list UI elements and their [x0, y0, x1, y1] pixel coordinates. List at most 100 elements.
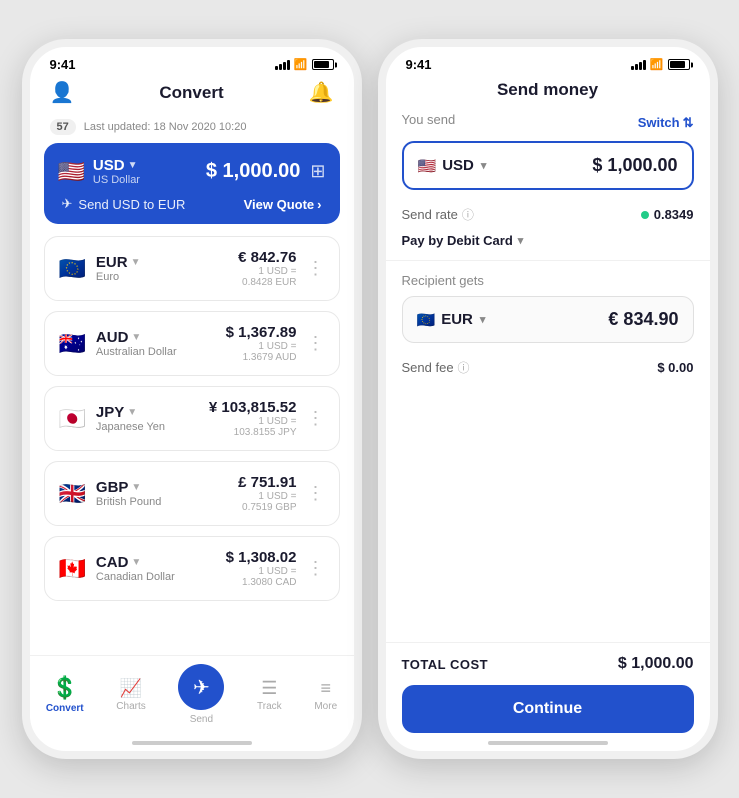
right-phone: 9:41 📶 Send money You sen [378, 39, 718, 759]
nav-send-label: Send [190, 714, 213, 725]
aud-rate: 1 USD =1.3679 AUD [226, 341, 297, 363]
send-bar[interactable]: ✈ Send USD to EUR View Quote › [58, 186, 326, 224]
send-fee-row: Send fee ⓘ $ 0.00 [402, 353, 694, 388]
more-icon: ≡ [320, 678, 331, 699]
cad-card[interactable]: 🇨🇦 CAD ▼ Canadian Dollar $ 1,308.02 1 US… [44, 536, 340, 601]
eur-card[interactable]: 🇪🇺 EUR ▼ Euro € 842.76 1 USD =0.8428 EUR… [44, 236, 340, 301]
jpy-card[interactable]: 🇯🇵 JPY ▼ Japanese Yen ¥ 103,815.52 1 USD… [44, 386, 340, 451]
cad-code: CAD ▼ [96, 554, 175, 571]
base-currency-card[interactable]: 🇺🇸 USD ▼ US Dollar $ 1,000.00 ⊞ [44, 143, 340, 224]
aud-card[interactable]: 🇦🇺 AUD ▼ Australian Dollar $ 1,367.89 1 … [44, 311, 340, 376]
eur-more-icon[interactable]: ⋮ [307, 258, 325, 279]
signal-icon-right [631, 60, 646, 70]
send-fee-value: $ 0.00 [657, 360, 693, 375]
pay-chevron-icon: ▾ [518, 234, 524, 247]
aud-amount: $ 1,367.89 [226, 324, 297, 341]
battery-icon [312, 59, 334, 70]
you-send-header: You send Switch ⇅ [402, 112, 694, 133]
nav-send[interactable]: ✈ Send [178, 664, 224, 725]
send-rate-row: Send rate ⓘ 0.8349 [402, 200, 694, 229]
home-indicator-left [132, 741, 252, 745]
continue-button[interactable]: Continue [402, 685, 694, 733]
status-bar-right: 9:41 📶 [386, 47, 710, 76]
switch-link[interactable]: Switch ⇅ [638, 115, 694, 131]
recipient-section: Recipient gets 🇪🇺 EUR ▾ € 834.90 [402, 273, 694, 343]
signal-icon [275, 60, 290, 70]
total-cost-bar: TOTAL COST $ 1,000.00 [386, 642, 710, 685]
rate-info-icon[interactable]: ⓘ [462, 206, 474, 223]
base-flag-currency: 🇺🇸 USD ▼ US Dollar [58, 157, 140, 186]
recipient-chevron-icon: ▾ [480, 313, 486, 326]
gbp-more-icon[interactable]: ⋮ [307, 483, 325, 504]
pay-method-row[interactable]: Pay by Debit Card ▾ [402, 229, 694, 260]
nav-convert[interactable]: 💲 Convert [46, 675, 84, 714]
send-chevron-icon: ▾ [481, 159, 487, 172]
recipient-currency-selector[interactable]: 🇪🇺 EUR ▾ [417, 311, 486, 329]
eur-rate: 1 USD =0.8428 EUR [238, 266, 296, 288]
wifi-icon: 📶 [294, 58, 308, 71]
gbp-code: GBP ▼ [96, 479, 161, 496]
send-content: You send Switch ⇅ 🇺🇸 USD ▾ $ 1,000.00 Se… [386, 112, 710, 642]
status-icons-right: 📶 [631, 58, 690, 71]
jpy-amount: ¥ 103,815.52 [209, 399, 297, 416]
jpy-code: JPY ▼ [96, 404, 165, 421]
bottom-nav: 💲 Convert 📈 Charts ✈ Send ☰ Track ≡ More [30, 655, 354, 741]
convert-icon: 💲 [51, 675, 78, 701]
recipient-label: Recipient gets [402, 273, 694, 288]
gbp-name: British Pound [96, 496, 161, 508]
switch-icon: ⇅ [683, 115, 694, 131]
convert-title: Convert [159, 83, 223, 103]
convert-header: 👤 Convert 🔔 [30, 76, 354, 115]
time-right: 9:41 [406, 57, 432, 72]
send-icon: ✈ [193, 675, 210, 700]
eur-code: EUR ▼ [96, 254, 141, 271]
aud-more-icon[interactable]: ⋮ [307, 333, 325, 354]
usd-amount: $ 1,000.00 [206, 160, 301, 183]
send-button[interactable]: ✈ [178, 664, 224, 710]
nav-more[interactable]: ≡ More [314, 678, 337, 712]
nav-charts-label: Charts [116, 701, 145, 712]
aud-name: Australian Dollar [96, 346, 177, 358]
send-amount-input[interactable]: 🇺🇸 USD ▾ $ 1,000.00 [402, 141, 694, 190]
gbp-card[interactable]: 🇬🇧 GBP ▼ British Pound £ 751.91 1 USD =0… [44, 461, 340, 526]
jpy-more-icon[interactable]: ⋮ [307, 408, 325, 429]
nav-charts[interactable]: 📈 Charts [116, 678, 145, 712]
jpy-name: Japanese Yen [96, 421, 165, 433]
cad-more-icon[interactable]: ⋮ [307, 558, 325, 579]
send-amount-value[interactable]: $ 1,000.00 [592, 155, 677, 176]
recipient-flag: 🇪🇺 [417, 311, 436, 329]
nav-track[interactable]: ☰ Track [257, 678, 282, 712]
fee-info-icon[interactable]: ⓘ [458, 359, 470, 376]
home-indicator-right [488, 741, 608, 745]
aud-flag: 🇦🇺 [59, 333, 86, 355]
view-quote-link[interactable]: View Quote › [244, 197, 322, 212]
jpy-rate: 1 USD =103.8155 JPY [209, 416, 297, 438]
usd-name: US Dollar [93, 174, 140, 186]
jpy-flag: 🇯🇵 [59, 408, 86, 430]
cad-rate: 1 USD =1.3080 CAD [226, 566, 297, 588]
last-updated-bar: 57 Last updated: 18 Nov 2020 10:20 [30, 115, 354, 143]
nav-more-label: More [314, 701, 337, 712]
update-text: Last updated: 18 Nov 2020 10:20 [84, 121, 247, 133]
left-phone: 9:41 📶 👤 Convert 🔔 57 [22, 39, 362, 759]
send-money-header: Send money [386, 76, 710, 112]
send-currency-selector[interactable]: 🇺🇸 USD ▾ [418, 157, 487, 175]
recipient-amount-value: € 834.90 [608, 309, 678, 330]
send-label: ✈ Send USD to EUR [62, 196, 186, 212]
eur-name: Euro [96, 271, 141, 283]
bell-icon[interactable]: 🔔 [309, 80, 334, 105]
cad-name: Canadian Dollar [96, 571, 175, 583]
profile-icon[interactable]: 👤 [50, 80, 75, 105]
calculator-icon[interactable]: ⊞ [310, 161, 325, 182]
update-badge: 57 [50, 119, 76, 135]
total-cost-label: TOTAL COST [402, 657, 489, 672]
you-send-label: You send [402, 112, 456, 127]
track-icon: ☰ [261, 678, 277, 699]
eur-flag: 🇪🇺 [59, 258, 86, 280]
cad-flag: 🇨🇦 [59, 558, 86, 580]
send-rate-label: Send rate ⓘ [402, 206, 474, 223]
nav-track-label: Track [257, 701, 282, 712]
wifi-icon-right: 📶 [650, 58, 664, 71]
eur-amount: € 842.76 [238, 249, 296, 266]
total-cost-value: $ 1,000.00 [618, 655, 694, 673]
